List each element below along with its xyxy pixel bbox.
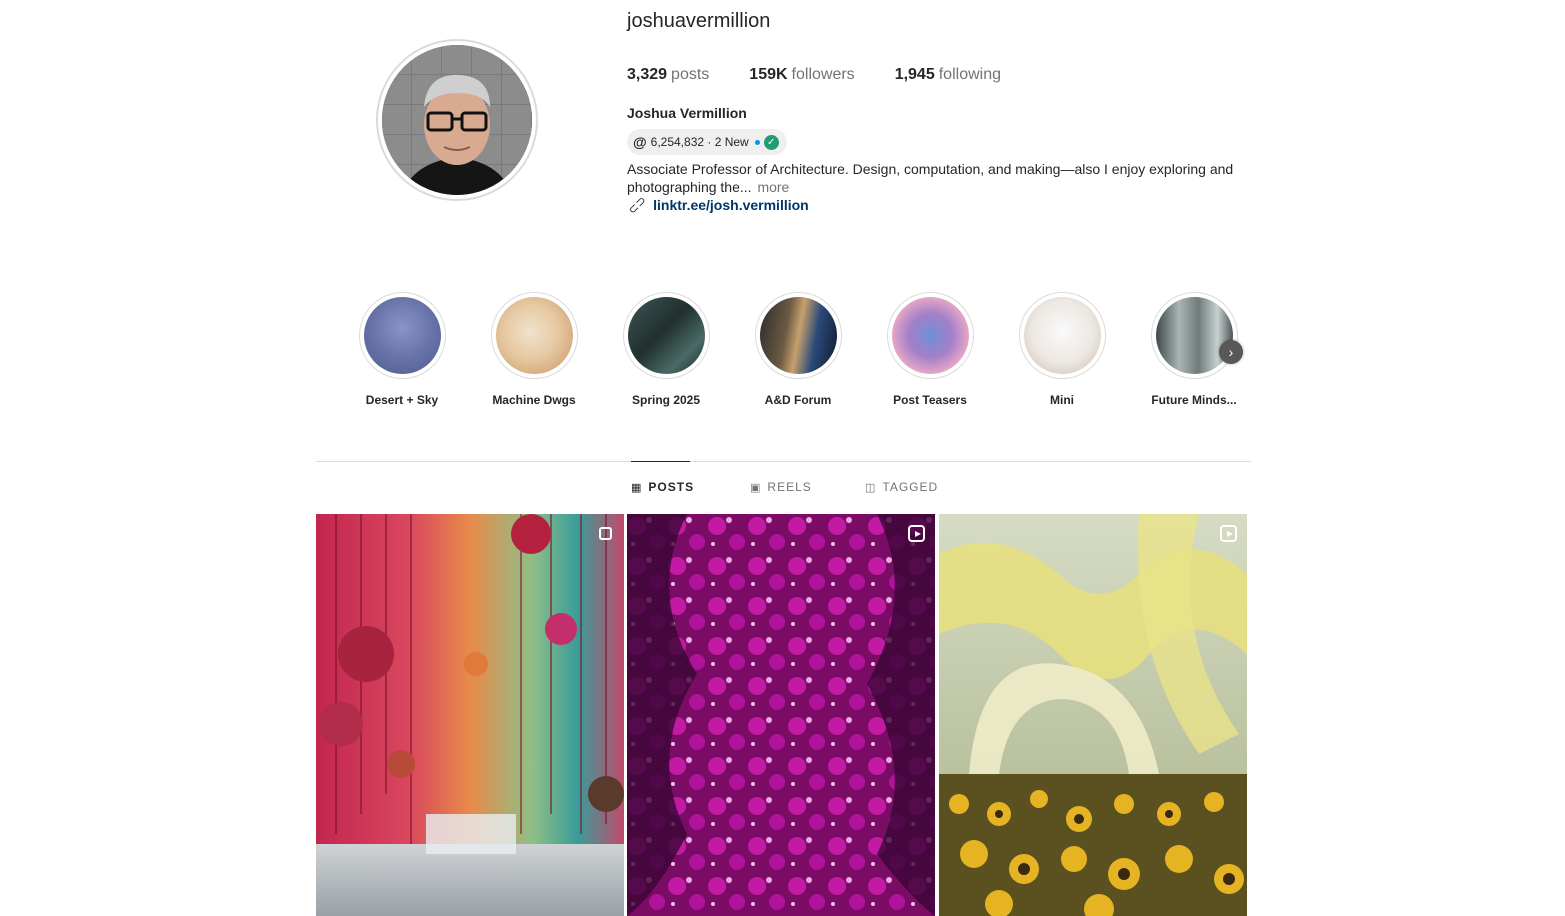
reel-icon	[907, 524, 925, 542]
carousel-icon	[596, 524, 614, 542]
highlight-post-teasers[interactable]: Post Teasers	[875, 292, 985, 407]
highlight-label: Machine Dwgs	[492, 393, 576, 407]
tab-posts[interactable]: ▦ POSTS	[631, 480, 694, 494]
tabs-divider	[316, 461, 1251, 462]
highlight-thumbnail	[1155, 297, 1233, 374]
highlight-spring-2025[interactable]: Spring 2025	[611, 292, 721, 407]
highlight-ring	[1150, 292, 1238, 379]
posts-count: 3,329	[627, 66, 668, 83]
threads-badge[interactable]: @ 6,254,832 · 2 New ✓	[627, 129, 787, 155]
verified-check-icon: ✓	[763, 134, 779, 150]
following-label: following	[938, 66, 1001, 83]
post-thumbnail-1[interactable]	[316, 514, 624, 916]
highlight-ad-forum[interactable]: A&D Forum	[743, 292, 853, 407]
followers-count: 159K	[749, 66, 788, 83]
tab-tagged[interactable]: ◫ TAGGED	[865, 480, 938, 494]
following-stat[interactable]: 1,945 following	[895, 66, 1001, 84]
followers-stat[interactable]: 159K followers	[749, 66, 854, 84]
highlight-label: Desert + Sky	[365, 393, 439, 407]
highlight-thumbnail	[363, 297, 441, 374]
highlight-ring	[886, 292, 974, 379]
highlight-label: Spring 2025	[631, 393, 701, 407]
new-dot-icon	[754, 139, 760, 145]
highlight-label: A&D Forum	[764, 393, 832, 407]
grid-icon: ▦	[631, 481, 643, 494]
highlight-ring	[754, 292, 842, 379]
highlight-thumbnail	[891, 297, 969, 374]
post-thumbnail-3[interactable]	[939, 514, 1247, 916]
avatar-photo	[382, 45, 532, 195]
highlight-label: Future Minds...	[1151, 393, 1237, 407]
link-icon: ⊂⊃	[624, 192, 650, 218]
posts-label: posts	[671, 66, 710, 83]
bio: Associate Professor of Architecture. Des…	[627, 160, 1247, 196]
active-tab-indicator	[631, 461, 690, 462]
highlight-ring	[622, 292, 710, 379]
highlight-mini[interactable]: Mini	[1007, 292, 1117, 407]
username: joshuavermillion	[627, 10, 771, 32]
tab-tagged-label: TAGGED	[882, 480, 939, 494]
full-name: Joshua Vermillion	[627, 105, 747, 121]
chevron-right-icon[interactable]: ›	[1219, 340, 1243, 364]
bio-link-text: linktr.ee/josh.vermillion	[653, 197, 809, 213]
highlight-desert-sky[interactable]: Desert + Sky	[347, 292, 457, 407]
highlight-ring	[1018, 292, 1106, 379]
highlight-ring	[490, 292, 578, 379]
post-thumbnail-2[interactable]	[627, 514, 935, 916]
bio-text: Associate Professor of Architecture. Des…	[627, 161, 1234, 195]
profile-stats: 3,329 posts 159K followers 1,945 following	[627, 66, 1041, 84]
highlight-thumbnail	[1023, 297, 1101, 374]
posts-stat: 3,329 posts	[627, 66, 709, 84]
profile-page: joshuavermillion 3,329 posts 159K follower…	[0, 0, 1565, 916]
reel-icon	[1219, 524, 1237, 542]
threads-icon: @	[633, 134, 647, 150]
highlight-ring	[358, 292, 446, 379]
highlight-label: Post Teasers	[893, 393, 967, 407]
highlight-label: Mini	[1050, 393, 1074, 407]
highlight-thumbnail	[759, 297, 837, 374]
bio-link[interactable]: ⊂⊃ linktr.ee/josh.vermillion	[625, 193, 809, 217]
highlight-thumbnail	[627, 297, 705, 374]
followers-label: followers	[791, 66, 855, 83]
reels-icon: ▣	[750, 481, 762, 494]
threads-badge-text: 6,254,832 · 2 New	[650, 135, 749, 149]
tab-reels[interactable]: ▣ REELS	[750, 480, 812, 494]
profile-avatar[interactable]	[376, 39, 538, 201]
tagged-icon: ◫	[865, 481, 877, 494]
highlight-thumbnail	[495, 297, 573, 374]
tab-posts-label: POSTS	[648, 480, 695, 494]
highlight-machine-dwgs[interactable]: Machine Dwgs	[479, 292, 589, 407]
tab-reels-label: REELS	[767, 480, 812, 494]
following-count: 1,945	[894, 66, 935, 83]
bio-more-link[interactable]: more	[757, 179, 789, 195]
